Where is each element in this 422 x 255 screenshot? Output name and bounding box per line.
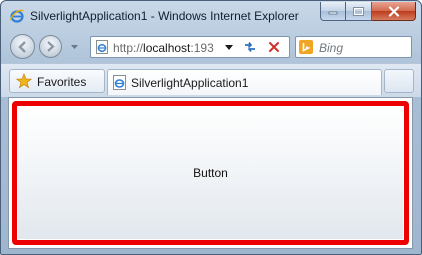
stop-icon [269,42,279,52]
star-icon [15,73,33,89]
title-bar[interactable]: SilverlightApplication1 - Windows Intern… [1,1,421,31]
caption-buttons [320,2,416,21]
ie-logo-icon [9,8,25,24]
page-icon [112,75,127,90]
refresh-icon [245,41,255,53]
back-button[interactable] [10,34,35,59]
favorites-button[interactable]: Favorites [9,69,105,93]
close-button[interactable] [372,2,416,21]
forward-arrow-icon [47,41,55,52]
browser-window: SilverlightApplication1 - Windows Intern… [0,0,422,255]
close-icon [388,5,399,17]
address-dropdown[interactable] [222,39,236,55]
window-title: SilverlightApplication1 - Windows Intern… [30,9,299,23]
button-label: Button [193,166,228,180]
page-icon [95,40,109,54]
refresh-button[interactable] [241,39,259,55]
address-url[interactable]: http://localhost:193 [113,41,223,55]
favorites-label: Favorites [37,75,87,89]
tab-silverlightapplication1[interactable]: SilverlightApplication1 [107,69,382,95]
navigation-bar: http://localhost:193 Bing [1,31,421,63]
maximize-icon [353,6,364,16]
tab-label: SilverlightApplication1 [131,76,249,90]
page-content: Button [8,97,413,249]
tab-row: Favorites SilverlightApplication1 [1,63,421,97]
chevron-down-icon [70,45,78,49]
minimize-button[interactable] [320,2,346,21]
back-arrow-icon [17,40,26,53]
stop-button[interactable] [265,39,283,55]
recent-pages-dropdown[interactable] [68,40,80,54]
bing-icon[interactable] [299,40,313,54]
maximize-button[interactable] [346,2,372,21]
new-tab-button[interactable] [384,69,414,93]
silverlight-button[interactable]: Button [12,101,409,245]
search-input[interactable]: Bing [319,41,343,55]
search-box[interactable]: Bing [295,36,412,58]
address-bar[interactable]: http://localhost:193 [90,36,290,58]
minimize-icon [328,11,338,15]
forward-button[interactable] [39,35,62,58]
chevron-down-icon [225,44,233,50]
address-host: localhost [143,41,191,55]
